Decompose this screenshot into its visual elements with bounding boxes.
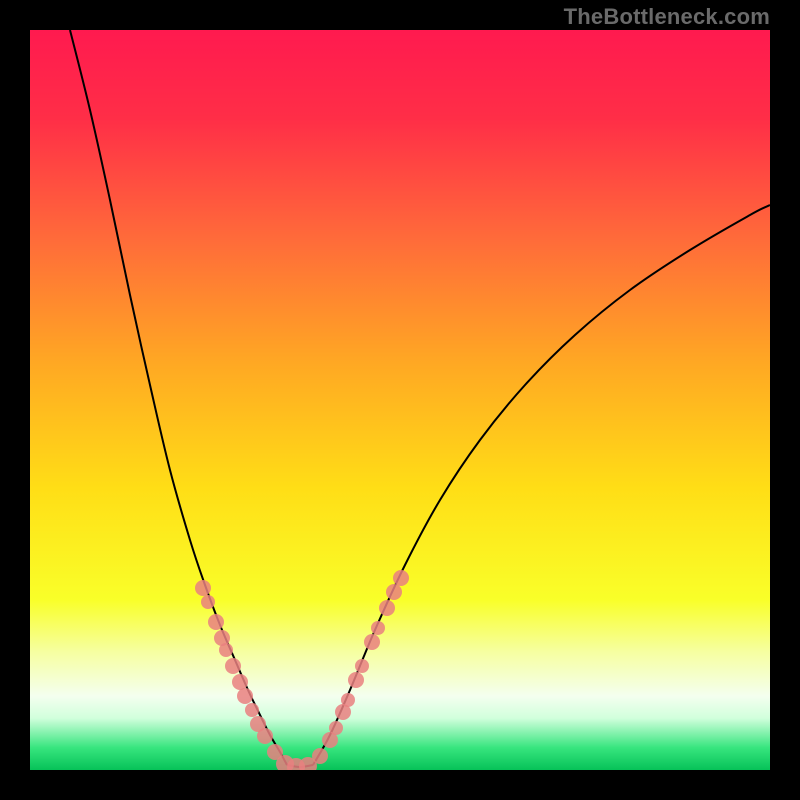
scatter-dot — [225, 658, 241, 674]
scatter-dot — [237, 688, 253, 704]
scatter-dot — [341, 693, 355, 707]
scatter-dot — [257, 728, 273, 744]
plot-area — [30, 30, 770, 770]
scatter-dot — [355, 659, 369, 673]
scatter-dot — [312, 748, 328, 764]
scatter-dot — [201, 595, 215, 609]
scatter-dot — [329, 721, 343, 735]
curve-left-branch — [70, 30, 287, 765]
plot-svg — [30, 30, 770, 770]
scatter-dot — [245, 703, 259, 717]
scatter-dot — [393, 570, 409, 586]
scatter-dot — [348, 672, 364, 688]
scatter-dot — [364, 634, 380, 650]
curve-right-branch — [313, 205, 770, 765]
scatter-dot — [195, 580, 211, 596]
scatter-dot — [371, 621, 385, 635]
scatter-dot — [219, 643, 233, 657]
scatter-dot — [232, 674, 248, 690]
watermark-text: TheBottleneck.com — [564, 4, 770, 30]
scatter-dot — [386, 584, 402, 600]
scatter-dot — [379, 600, 395, 616]
scatter-dots — [195, 570, 409, 770]
scatter-dot — [208, 614, 224, 630]
